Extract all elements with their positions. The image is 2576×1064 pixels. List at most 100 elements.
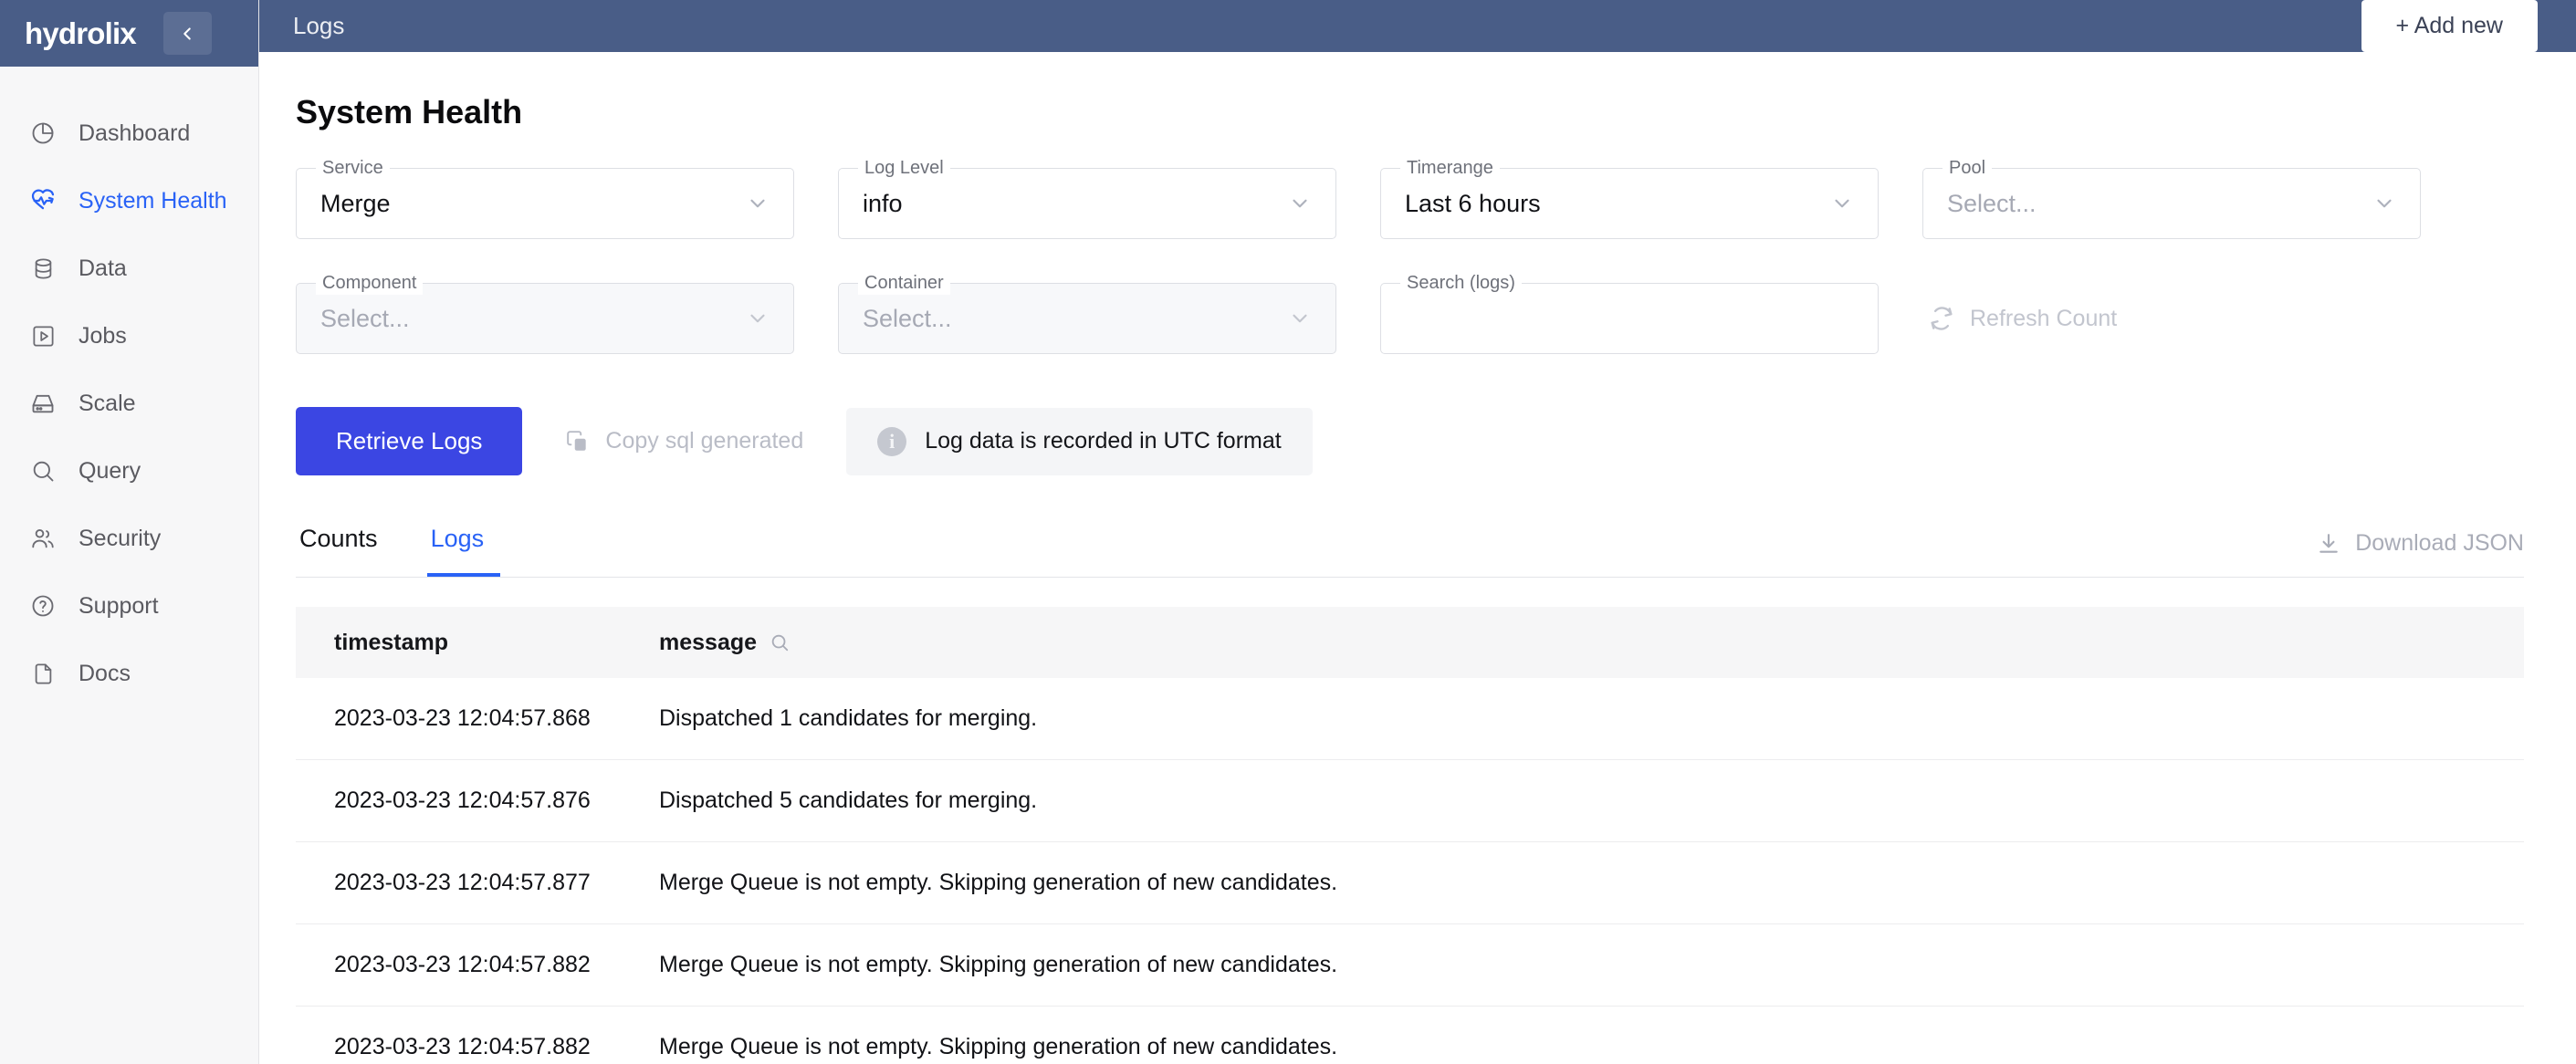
sidebar-nav: Dashboard System Health Data Jobs Scale … [0, 67, 258, 707]
field-label: Search (logs) [1400, 271, 1522, 295]
field-pool: Pool Select... [1922, 156, 2421, 239]
service-value: Merge [320, 189, 391, 217]
tabs: Counts Logs [296, 525, 533, 577]
cell-timestamp: 2023-03-23 12:04:57.882 [296, 923, 624, 1007]
sidebar-item-label: Security [79, 525, 162, 551]
retrieve-logs-button[interactable]: Retrieve Logs [296, 407, 523, 475]
table-row[interactable]: 2023-03-23 12:04:57.882 Merge Queue is no… [296, 923, 2524, 1007]
field-label: Log Level [858, 156, 950, 180]
sidebar-item-data[interactable]: Data [0, 235, 258, 302]
refresh-icon [1931, 307, 1953, 330]
sidebar-item-label: Data [79, 255, 127, 281]
chevron-down-icon [1835, 199, 1849, 208]
field-label: Container [858, 271, 950, 295]
app-root: hydrolix Dashboard System Health Data Jo… [0, 0, 2576, 1064]
sidebar-item-label: Query [79, 457, 141, 484]
sidebar-item-support[interactable]: Support [0, 572, 258, 640]
logs-table-head: timestamp message [296, 607, 2524, 678]
sidebar-item-docs[interactable]: Docs [0, 640, 258, 707]
info-icon: i [877, 426, 907, 456]
search-icon[interactable] [770, 632, 790, 652]
sidebar-item-label: System Health [79, 187, 227, 214]
cell-message: Merge Queue is not empty. Skipping gener… [624, 1006, 2524, 1064]
hydrolix-logo: hydrolix [25, 16, 137, 50]
add-new-button[interactable]: + Add new [2361, 0, 2538, 52]
field-label: Timerange [1400, 156, 1500, 180]
table-row[interactable]: 2023-03-23 12:04:57.882 Merge Queue is no… [296, 1006, 2524, 1064]
sidebar-item-system-health[interactable]: System Health [0, 167, 258, 235]
chevron-down-icon [1293, 199, 1307, 208]
column-header-timestamp[interactable]: timestamp [296, 607, 624, 678]
server-icon [29, 390, 57, 417]
download-json-button[interactable]: Download JSON [2317, 530, 2524, 577]
utc-notice-text: Log data is recorded in UTC format [925, 428, 1282, 454]
cell-timestamp: 2023-03-23 12:04:57.882 [296, 1006, 624, 1064]
chevron-left-icon [183, 26, 192, 40]
cell-timestamp: 2023-03-23 12:04:57.868 [296, 678, 624, 760]
tabs-row: Counts Logs Download JSON [296, 525, 2524, 578]
copy-sql-label: Copy sql generated [605, 428, 804, 454]
chevron-down-icon [2377, 199, 2392, 208]
field-timerange: Timerange Last 6 hours [1380, 156, 1879, 239]
filters-form: Service Merge Log Level info Timerange L… [296, 156, 2524, 354]
table-row[interactable]: 2023-03-23 12:04:57.868 Dispatched 1 cand… [296, 678, 2524, 760]
field-label: Pool [1942, 156, 1993, 180]
cell-message: Merge Queue is not empty. Skipping gener… [624, 841, 2524, 924]
table-row[interactable]: 2023-03-23 12:04:57.877 Merge Queue is no… [296, 841, 2524, 924]
main-area: Logs + Add new System Health Service Mer… [259, 0, 2576, 1064]
users-icon [29, 525, 57, 552]
sidebar-item-label: Dashboard [79, 120, 191, 146]
column-header-message[interactable]: message [624, 607, 2524, 678]
field-container: Container Select... [838, 271, 1336, 354]
field-service: Service Merge [296, 156, 794, 239]
sidebar-item-scale[interactable]: Scale [0, 370, 258, 437]
sidebar-item-label: Support [79, 592, 159, 619]
download-json-label: Download JSON [2355, 530, 2524, 556]
sidebar-item-label: Docs [79, 660, 131, 686]
copy-icon [567, 430, 587, 451]
refresh-count-label: Refresh Count [1970, 305, 2118, 331]
file-icon [29, 660, 57, 687]
sidebar-item-label: Jobs [79, 322, 127, 349]
cell-timestamp: 2023-03-23 12:04:57.876 [296, 759, 624, 842]
field-label: Component [316, 271, 424, 295]
pool-select[interactable]: Select... [1922, 168, 2421, 239]
log-level-value: info [863, 189, 903, 217]
timerange-value: Last 6 hours [1405, 189, 1541, 217]
cell-message: Merge Queue is not empty. Skipping gener… [624, 923, 2524, 1007]
page-content: System Health Service Merge Log Level in… [259, 52, 2576, 1064]
cell-message: Dispatched 1 candidates for merging. [624, 678, 2524, 760]
logs-table-body: 2023-03-23 12:04:57.868 Dispatched 1 cand… [296, 678, 2524, 1064]
page-title: System Health [296, 93, 523, 130]
column-label: timestamp [334, 629, 449, 655]
download-icon [2319, 533, 2338, 553]
sidebar-item-query[interactable]: Query [0, 437, 258, 505]
chevron-down-icon [1293, 314, 1307, 323]
cell-message: Dispatched 5 candidates for merging. [624, 759, 2524, 842]
search-icon [29, 457, 57, 485]
table-row[interactable]: 2023-03-23 12:04:57.876 Dispatched 5 cand… [296, 759, 2524, 842]
field-label: Service [316, 156, 390, 180]
play-box-icon [29, 322, 57, 349]
component-value: Select... [320, 304, 410, 332]
copy-sql-button[interactable]: Copy sql generated [566, 428, 803, 454]
pie-chart-icon [29, 120, 57, 147]
page-breadcrumb: Logs [293, 12, 345, 39]
question-circle-icon [29, 592, 57, 620]
heart-pulse-icon [29, 187, 57, 214]
field-search-logs: Search (logs) [1380, 271, 1879, 354]
sidebar-item-dashboard[interactable]: Dashboard [0, 99, 258, 167]
sidebar: hydrolix Dashboard System Health Data Jo… [0, 0, 259, 1064]
column-label: message [659, 629, 758, 655]
field-log-level: Log Level info [838, 156, 1336, 239]
refresh-count-button[interactable]: Refresh Count [1928, 283, 2117, 354]
sidebar-collapse-button[interactable] [162, 12, 212, 55]
tab-counts[interactable]: Counts [296, 525, 394, 577]
sidebar-item-security[interactable]: Security [0, 505, 258, 572]
field-component: Component Select... [296, 271, 794, 354]
sidebar-item-jobs[interactable]: Jobs [0, 302, 258, 370]
tab-logs[interactable]: Logs [426, 525, 501, 577]
actions-row: Retrieve Logs Copy sql generated i Log d… [296, 407, 2524, 475]
brand-bar: hydrolix [0, 0, 258, 67]
cell-timestamp: 2023-03-23 12:04:57.877 [296, 841, 624, 924]
